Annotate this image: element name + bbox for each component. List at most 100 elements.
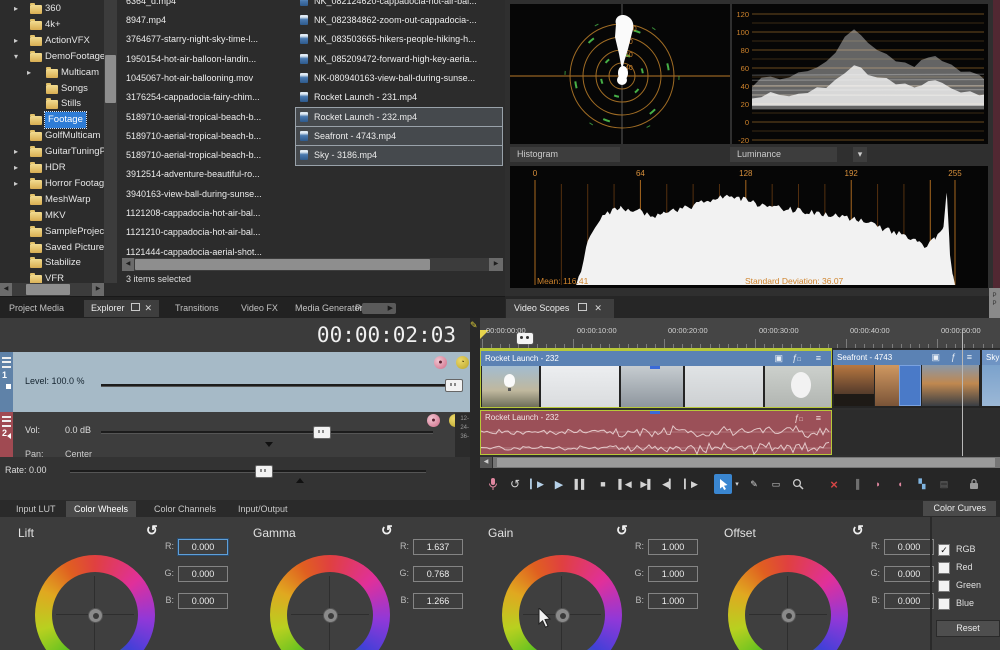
volume-slider[interactable]: [101, 431, 433, 434]
selection-edit-tool-icon[interactable]: ▭: [767, 474, 785, 494]
tree-item-saved-pictures[interactable]: Saved Pictures: [0, 240, 104, 256]
tree-item-horror-footage[interactable]: ▸Horror Footage: [0, 176, 104, 192]
offset-r-value-field[interactable]: 0.000: [884, 539, 934, 555]
file-item[interactable]: 3176254-cappadocia-fairy-chim...: [122, 88, 294, 107]
video-clip-rocket-launch[interactable]: Rocket Launch - 232 ▣ ƒ□ ≡: [480, 350, 832, 408]
file-item[interactable]: 6364_d.mp4: [122, 0, 294, 11]
color-wheel-lift[interactable]: [35, 555, 155, 650]
scrollbar-track[interactable]: [493, 457, 1000, 468]
reset-icon[interactable]: ↺: [146, 522, 158, 539]
tab-transitions[interactable]: Transitions: [168, 300, 226, 317]
tab-video-scopes[interactable]: Video Scopes ✕: [506, 299, 614, 318]
bypass-motion-blur-icon[interactable]: ●: [434, 356, 447, 369]
gamma-r-value-field[interactable]: 1.637: [413, 539, 463, 555]
scroll-left-icon[interactable]: ◀: [122, 258, 134, 271]
gamma-g-value-field[interactable]: 0.768: [413, 566, 463, 582]
play-icon[interactable]: ▶: [550, 474, 568, 494]
tree-item-hdr[interactable]: ▸HDR: [0, 160, 104, 176]
ripple-edit-icon[interactable]: ▤: [935, 474, 953, 494]
bypass-motion-blur-icon[interactable]: ●: [427, 414, 440, 427]
tree-item-mkv[interactable]: MKV: [0, 208, 104, 224]
timecode-display[interactable]: 00:00:02:03: [0, 318, 470, 352]
close-icon[interactable]: ✕: [594, 299, 602, 318]
chevron-right-icon[interactable]: ▸: [14, 1, 18, 17]
file-item[interactable]: 5189710-aerial-tropical-beach-b...: [122, 108, 294, 127]
track-menu-icon[interactable]: [2, 357, 11, 368]
lift-g-value-field[interactable]: 0.000: [178, 566, 228, 582]
tab-color-channels[interactable]: Color Channels: [146, 501, 224, 517]
tree-item-stabilize[interactable]: Stabilize: [0, 255, 104, 271]
file-item-seafront-4743-mp[interactable]: Seafront - 4743.mp4: [296, 127, 502, 146]
clip-menu-icon[interactable]: ≡: [967, 350, 972, 365]
audio-track-lane[interactable]: Rocket Launch - 232 ƒ□ ≡: [480, 410, 1000, 455]
audio-clip-rocket-launch[interactable]: Rocket Launch - 232 ƒ□ ≡: [480, 410, 832, 455]
float-window-icon[interactable]: [131, 303, 140, 311]
gain-r-value-field[interactable]: 1.000: [648, 539, 698, 555]
fade-in-icon[interactable]: ◗: [869, 474, 887, 494]
tree-item-sampleproject[interactable]: SampleProject: [0, 224, 104, 240]
chevron-down-icon[interactable]: ▾: [14, 49, 18, 65]
lift-r-value-field[interactable]: 0.000: [178, 539, 228, 555]
reset-icon[interactable]: ↺: [852, 522, 864, 539]
rate-slider[interactable]: [70, 470, 426, 473]
color-wheel-gain[interactable]: [502, 555, 622, 650]
clip-header[interactable]: Sky - 3186: [982, 350, 1000, 365]
gamma-b-value-field[interactable]: 1.266: [413, 593, 463, 609]
clip-menu-icon[interactable]: ≡: [816, 351, 821, 366]
scroll-right-icon[interactable]: ▶: [388, 303, 393, 314]
scroll-right-icon[interactable]: ▶: [92, 283, 104, 296]
lift-b-value-field[interactable]: 0.000: [178, 593, 228, 609]
track-fx-icon[interactable]: ◔: [456, 356, 469, 369]
tree-item-stills[interactable]: Stills: [0, 96, 104, 112]
checkbox-blue[interactable]: [938, 598, 950, 610]
file-item-sky-3186-mp4[interactable]: Sky - 3186.mp4: [296, 146, 502, 165]
file-item-rocket-launch-23[interactable]: Rocket Launch - 231.mp4: [296, 88, 502, 107]
scrollbar-thumb[interactable]: [497, 458, 995, 467]
float-window-icon[interactable]: [578, 303, 587, 311]
reset-icon[interactable]: ↺: [381, 522, 393, 539]
crossfade-icon[interactable]: ▚: [913, 474, 931, 494]
file-item[interactable]: 3912514-adventure-beautiful-ro...: [122, 165, 294, 184]
file-item-nk-080940163-view[interactable]: NK-080940163-view-ball-during-sunse...: [296, 69, 502, 88]
tab-explorer[interactable]: Explorer✕: [84, 300, 159, 317]
color-wheel-handle[interactable]: [781, 608, 796, 623]
delete-icon[interactable]: ×: [825, 474, 843, 494]
scrollbar-thumb[interactable]: [26, 284, 70, 295]
timeline-ruler[interactable]: 00:00:00:0000:00:10:0000:00:20:0000:00:3…: [480, 318, 1000, 349]
file-item[interactable]: 1121208-cappadocia-hot-air-bal...: [122, 204, 294, 223]
tree-item-actionvfx[interactable]: ▸ActionVFX: [0, 33, 104, 49]
record-arm-icon[interactable]: [484, 474, 502, 494]
tab-color-wheels[interactable]: Color Wheels: [66, 501, 136, 517]
file-item[interactable]: 1045067-hot-air-ballooning.mov: [122, 69, 294, 88]
file-item[interactable]: 1950154-hot-air-balloon-landin...: [122, 50, 294, 69]
gain-b-value-field[interactable]: 1.000: [648, 593, 698, 609]
checkbox-rgb[interactable]: ✓: [938, 544, 950, 556]
clip-header[interactable]: Seafront - 4743 ▣ ƒ ≡: [833, 350, 980, 365]
file-item[interactable]: 5189710-aerial-tropical-beach-b...: [122, 146, 294, 165]
track-menu-icon[interactable]: [2, 416, 11, 427]
rate-slider-handle[interactable]: [255, 465, 273, 478]
pan-crop-icon[interactable]: ▣: [774, 351, 783, 366]
play-from-start-icon[interactable]: ▎▶: [528, 474, 546, 494]
pause-icon[interactable]: ▌▌: [572, 474, 590, 494]
next-frame-icon[interactable]: ▎▶: [682, 474, 700, 494]
timeline[interactable]: 00:00:00:0000:00:10:0000:00:20:0000:00:3…: [480, 318, 1000, 500]
tab-scroll-button[interactable]: ▶: [362, 303, 396, 314]
scrollbar-thumb[interactable]: [105, 55, 116, 103]
clip-header[interactable]: Rocket Launch - 232 ▣ ƒ□ ≡: [481, 351, 831, 366]
tab-video-fx[interactable]: Video FX: [234, 300, 285, 317]
pen-tool-icon[interactable]: ✎: [470, 320, 478, 331]
go-to-end-icon[interactable]: ▶▌: [638, 474, 656, 494]
scrollbar-thumb[interactable]: [135, 259, 430, 270]
tree-vertical-scrollbar[interactable]: [104, 0, 117, 283]
tree-horizontal-scrollbar[interactable]: ◀ ▶: [0, 283, 104, 296]
chevron-right-icon[interactable]: ▸: [27, 65, 31, 81]
level-slider[interactable]: [101, 384, 457, 387]
files-horizontal-scrollbar[interactable]: ◀ ▶: [122, 258, 503, 271]
tab-input-lut[interactable]: Input LUT: [8, 501, 64, 517]
audio-track-header[interactable]: 2 Vol: 0.0 dB Pan: Center ● ◔ 12-24-36-: [0, 412, 470, 457]
previous-frame-icon[interactable]: ◀▎: [660, 474, 678, 494]
tab-project-media[interactable]: Project Media: [2, 300, 71, 317]
loop-playback-icon[interactable]: ↺: [506, 474, 524, 494]
video-clip-seafront[interactable]: Seafront - 4743 ▣ ƒ ≡: [833, 350, 980, 408]
